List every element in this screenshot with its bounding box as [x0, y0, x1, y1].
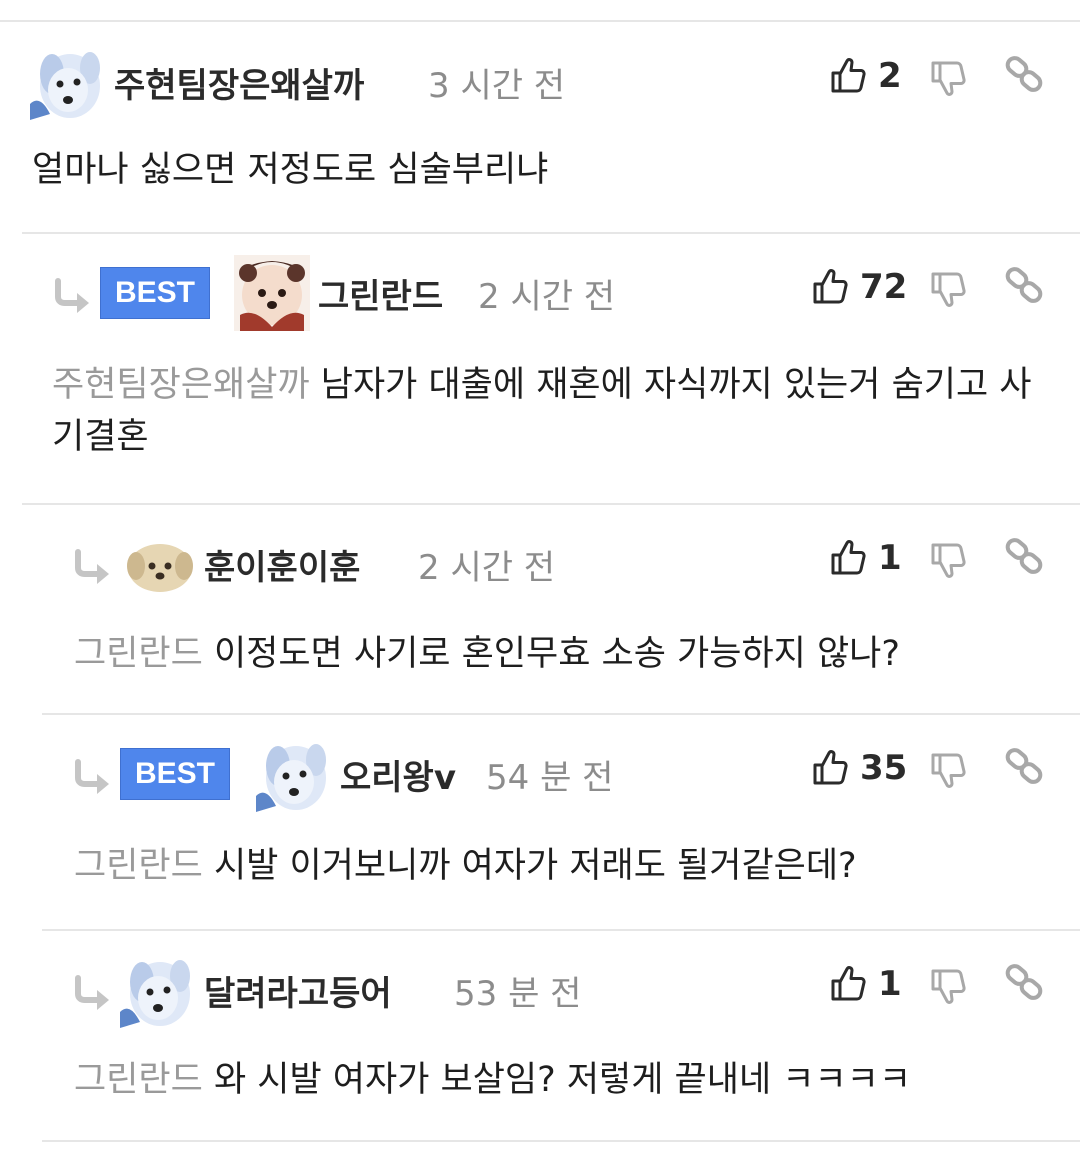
comment-text: 주현팀장은왜살까 남자가 대출에 재혼에 자식까지 있는거 숨기고 사기결혼 [52, 359, 1040, 463]
comment-item: BEST 그린란드 2 시간 전 72 주현팀장은왜살까 남자가 대출에 재혼에… [0, 255, 1080, 505]
timestamp: 53 분 전 [454, 974, 582, 1014]
mention-link[interactable]: 그린란드 [74, 1060, 203, 1100]
comment-header: 달려라고등어 53 분 전 1 [0, 952, 1080, 1032]
avatar[interactable] [122, 526, 198, 602]
thumbs-down-icon[interactable] [930, 60, 966, 98]
thumbs-up-icon[interactable] [812, 748, 848, 786]
comment-text: 얼마나 싫으면 저정도로 심술부리냐 [32, 144, 1040, 196]
link-icon[interactable] [1004, 536, 1044, 576]
comment-header: BEST 그린란드 2 시간 전 72 [0, 255, 1080, 335]
comment-item: 훈이훈이훈 2 시간 전 1 그린란드 이정도면 사기로 혼인무효 소송 가능하… [0, 526, 1080, 716]
mention-link[interactable]: 주현팀장은왜살까 [52, 365, 310, 405]
comment-body: 와 시발 여자가 보살임? 저렇게 끝내네 ㅋㅋㅋㅋ [213, 1060, 912, 1100]
nickname[interactable]: 훈이훈이훈 [204, 540, 360, 589]
mention-link[interactable]: 그린란드 [74, 634, 203, 674]
comment-header: 주현팀장은왜살까 3 시간 전 2 [0, 44, 1080, 124]
comment-body: 시발 이거보니까 여자가 저래도 될거같은데? [213, 846, 857, 886]
reply-arrow-icon [52, 277, 92, 317]
reply-arrow-icon [72, 974, 112, 1014]
avatar[interactable] [120, 952, 196, 1028]
comment-body: 얼마나 싫으면 저정도로 심술부리냐 [32, 150, 549, 190]
comment-text: 그린란드 시발 이거보니까 여자가 저래도 될거같은데? [74, 840, 1040, 892]
nickname[interactable]: 주현팀장은왜살까 [114, 58, 364, 107]
link-icon[interactable] [1004, 746, 1044, 786]
like-count: 1 [878, 964, 902, 1004]
mention-link[interactable]: 그린란드 [74, 846, 203, 886]
thumbs-down-icon[interactable] [930, 271, 966, 309]
divider [0, 20, 1080, 22]
thumbs-up-icon[interactable] [830, 538, 866, 576]
like-count: 2 [878, 56, 902, 96]
comment-text: 그린란드 와 시발 여자가 보살임? 저렇게 끝내네 ㅋㅋㅋㅋ [74, 1054, 1040, 1106]
comment-header: 훈이훈이훈 2 시간 전 1 [0, 526, 1080, 606]
nickname[interactable]: 그린란드 [318, 269, 443, 318]
thumbs-down-icon[interactable] [930, 542, 966, 580]
best-badge: BEST [100, 267, 210, 319]
timestamp: 54 분 전 [486, 758, 614, 798]
timestamp: 2 시간 전 [418, 548, 556, 588]
divider [22, 503, 1080, 505]
divider [42, 1140, 1080, 1142]
avatar[interactable] [256, 736, 332, 812]
like-count: 72 [860, 267, 908, 307]
thumbs-up-icon[interactable] [812, 267, 848, 305]
divider [42, 713, 1080, 715]
avatar[interactable] [234, 255, 310, 331]
thumbs-down-icon[interactable] [930, 752, 966, 790]
comment-item: 달려라고등어 53 분 전 1 그린란드 와 시발 여자가 보살임? 저렇게 끝… [0, 952, 1080, 1142]
link-icon[interactable] [1004, 265, 1044, 305]
thumbs-up-icon[interactable] [830, 964, 866, 1002]
link-icon[interactable] [1004, 962, 1044, 1002]
nickname[interactable]: 달려라고등어 [204, 966, 392, 1015]
link-icon[interactable] [1004, 54, 1044, 94]
thumbs-up-icon[interactable] [830, 56, 866, 94]
reply-arrow-icon [72, 758, 112, 798]
best-badge: BEST [120, 748, 230, 800]
comment-item: 주현팀장은왜살까 3 시간 전 2 얼마나 싫으면 저정도로 심술부리냐 [0, 44, 1080, 234]
like-count: 35 [860, 748, 908, 788]
divider [42, 929, 1080, 931]
comment-header: BEST 오리왕v 54 분 전 35 [0, 736, 1080, 816]
nickname[interactable]: 오리왕v [340, 750, 456, 799]
timestamp: 3 시간 전 [428, 66, 566, 106]
thumbs-down-icon[interactable] [930, 968, 966, 1006]
avatar[interactable] [30, 44, 106, 120]
comment-body: 이정도면 사기로 혼인무효 소송 가능하지 않나? [213, 634, 900, 674]
divider [22, 232, 1080, 234]
reply-arrow-icon [72, 548, 112, 588]
timestamp: 2 시간 전 [478, 277, 616, 317]
comment-item: BEST 오리왕v 54 분 전 35 그린란드 시발 이거보니까 여자가 저래… [0, 736, 1080, 931]
comment-text: 그린란드 이정도면 사기로 혼인무효 소송 가능하지 않나? [74, 628, 1040, 680]
like-count: 1 [878, 538, 902, 578]
